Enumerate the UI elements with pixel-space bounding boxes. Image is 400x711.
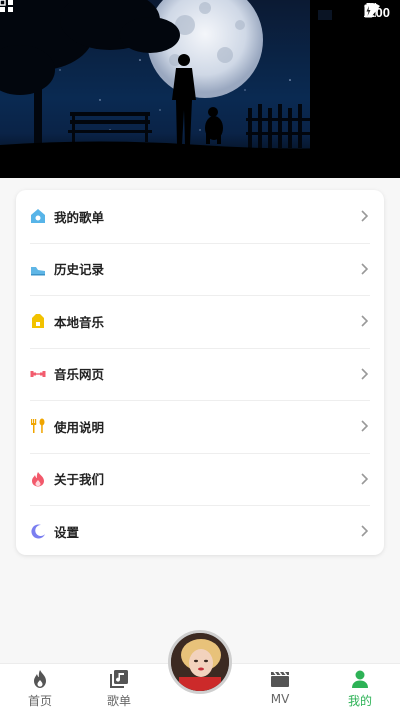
nav-label: MV bbox=[270, 692, 290, 706]
chevron-right-icon bbox=[361, 263, 368, 275]
chevron-right-icon bbox=[361, 473, 368, 485]
menu-card: 我的歌单 历史记录 本地音乐 音乐网页 使用说明 关于我们 设置 bbox=[16, 190, 384, 555]
local-folder-icon bbox=[30, 313, 46, 329]
status-bar: 9:00 bbox=[0, 0, 400, 24]
user-icon bbox=[352, 670, 368, 688]
menu-item-label: 使用说明 bbox=[54, 419, 105, 435]
album-cover-image bbox=[171, 633, 229, 691]
header-banner: 9:00 bbox=[0, 0, 400, 178]
playlist-home-icon bbox=[30, 208, 46, 224]
nav-home[interactable]: 首页 bbox=[10, 668, 70, 709]
nav-label: 我的 bbox=[347, 694, 372, 708]
nav-playlist[interactable]: 歌单 bbox=[89, 668, 149, 709]
chevron-right-icon bbox=[361, 525, 368, 537]
chevron-right-icon bbox=[361, 210, 368, 222]
menu-item-settings[interactable]: 设置 bbox=[16, 505, 384, 555]
menu-item-label: 音乐网页 bbox=[54, 367, 105, 383]
chevron-right-icon bbox=[361, 368, 368, 380]
music-list-icon bbox=[110, 670, 128, 688]
menu-item-my-playlist[interactable]: 我的歌单 bbox=[16, 190, 384, 243]
battery-charging-icon bbox=[364, 3, 373, 18]
chevron-right-icon bbox=[361, 315, 368, 327]
night-scene-image bbox=[0, 0, 400, 178]
flame-icon bbox=[30, 471, 46, 487]
menu-item-about-us[interactable]: 关于我们 bbox=[16, 452, 384, 506]
menu-item-instructions[interactable]: 使用说明 bbox=[16, 400, 384, 453]
dumbbell-icon bbox=[30, 366, 46, 382]
nav-mine[interactable]: 我的 bbox=[330, 668, 390, 709]
fork-spoon-icon bbox=[30, 418, 46, 434]
menu-item-local-music[interactable]: 本地音乐 bbox=[16, 295, 384, 348]
chevron-right-icon bbox=[361, 420, 368, 432]
menu-item-history[interactable]: 历史记录 bbox=[16, 242, 384, 296]
nav-label: 首页 bbox=[27, 694, 52, 708]
menu-item-label: 设置 bbox=[54, 524, 80, 540]
notification-icon bbox=[0, 0, 13, 12]
menu-item-label: 本地音乐 bbox=[54, 314, 105, 330]
sneaker-icon bbox=[30, 261, 46, 277]
menu-item-label: 历史记录 bbox=[54, 262, 105, 278]
flame-outline-icon bbox=[34, 670, 46, 688]
moon-icon bbox=[30, 523, 46, 539]
menu-item-label: 我的歌单 bbox=[54, 209, 105, 225]
now-playing-disc[interactable] bbox=[168, 630, 232, 694]
clapperboard-icon bbox=[271, 671, 289, 687]
nav-mv[interactable]: MV bbox=[250, 668, 310, 706]
menu-item-music-web[interactable]: 音乐网页 bbox=[16, 347, 384, 401]
nav-label: 歌单 bbox=[106, 694, 131, 708]
menu-item-label: 关于我们 bbox=[54, 472, 105, 488]
